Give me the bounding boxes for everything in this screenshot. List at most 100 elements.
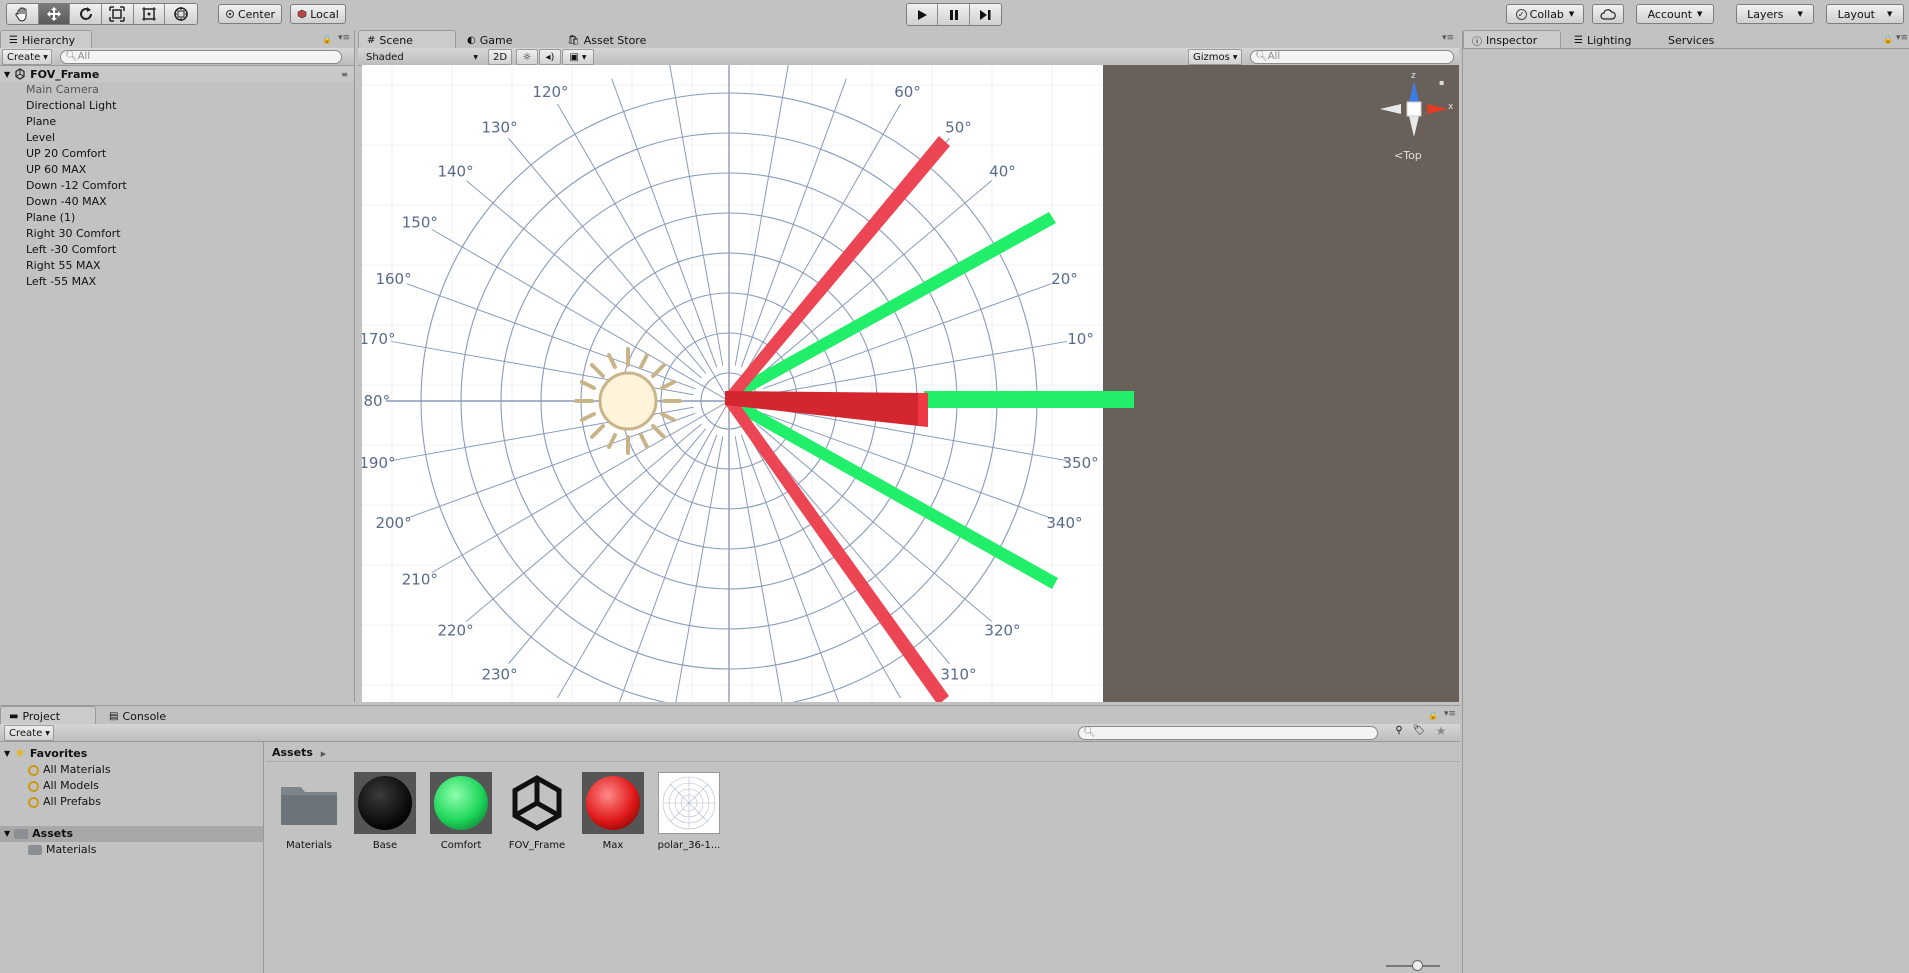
move-tool-button[interactable]: [38, 4, 71, 24]
lighting-icon: ☰: [1574, 34, 1583, 46]
favorite-star-button[interactable]: ★: [1432, 724, 1450, 740]
asset-item-fov-frame[interactable]: FOV_Frame: [504, 772, 570, 851]
hand-tool-button[interactable]: [7, 4, 39, 24]
panel-menu-icon[interactable]: ▾≡: [1896, 33, 1908, 43]
expand-arrow-icon[interactable]: ▼: [4, 746, 10, 762]
scene-menu-icon[interactable]: ≡: [341, 70, 348, 79]
favorites-row[interactable]: ▼ ★ Favorites: [0, 746, 87, 762]
scene-audio-toggle[interactable]: ◂): [539, 49, 561, 65]
project-create-button[interactable]: Create ▼: [4, 725, 54, 741]
gizmo-x-label: x: [1448, 102, 1454, 112]
filter-by-type-button[interactable]: ⚲: [1390, 725, 1408, 741]
lock-icon[interactable]: 🔒: [322, 35, 332, 44]
scene-root-row[interactable]: ▼ FOV_Frame ≡: [0, 66, 354, 82]
tab-lighting[interactable]: ☰ Lighting: [1565, 30, 1651, 49]
scene-lighting-toggle[interactable]: ☼: [516, 49, 538, 65]
pivot-label: Center: [237, 7, 276, 21]
cloud-button[interactable]: [1592, 4, 1624, 24]
gizmos-dropdown[interactable]: Gizmos ▼: [1188, 49, 1242, 65]
right-55-max-ray[interactable]: [725, 136, 950, 401]
zoom-slider[interactable]: [1386, 960, 1440, 971]
scene-effects-dropdown[interactable]: ▣ ▼: [562, 49, 594, 65]
gizmo-lock-icon[interactable]: ▪: [1439, 78, 1444, 87]
hierarchy-item-plane[interactable]: Plane: [26, 114, 56, 130]
image-icon: ▣: [569, 51, 579, 63]
hierarchy-item-up-60-max[interactable]: UP 60 MAX: [26, 162, 86, 178]
slider-thumb[interactable]: [1412, 960, 1423, 971]
scene-viewport[interactable]: 60°50°40°20°10°0°350°340°320°310°120°130…: [362, 65, 1459, 702]
unity-scene-icon: [506, 772, 568, 834]
hierarchy-item-down-40-max[interactable]: Down -40 MAX: [26, 194, 107, 210]
panel-menu-icon[interactable]: ▾≡: [1442, 33, 1454, 43]
hierarchy-item-right-30-comfort[interactable]: Right 30 Comfort: [26, 226, 121, 242]
left-55-max-ray[interactable]: [725, 398, 949, 702]
panel-menu-icon[interactable]: ▾≡: [1444, 709, 1456, 719]
tab-project[interactable]: ▬ Project: [0, 706, 96, 725]
asset-browser: Assets ▶ Materials Base Comfort FOV_Fram…: [266, 742, 1460, 973]
hierarchy-item-left-55-max[interactable]: Left -55 MAX: [26, 274, 96, 290]
pivot-center-button[interactable]: Center: [218, 4, 282, 24]
inspector-panel: ⓘ Inspector ☰ Lighting Services 🔒 ▾≡: [1462, 30, 1909, 973]
tab-services[interactable]: Services: [1659, 30, 1739, 49]
directional-light-icon[interactable]: [574, 347, 682, 455]
toggle-2d-button[interactable]: 2D: [488, 49, 512, 65]
rect-tool-button[interactable]: [133, 4, 166, 24]
transform-tool-button[interactable]: [165, 4, 197, 24]
panel-menu-icon[interactable]: ▾≡: [338, 33, 350, 43]
hierarchy-item-directional-light[interactable]: Directional Light: [26, 98, 116, 114]
hierarchy-item-up-20-comfort[interactable]: UP 20 Comfort: [26, 146, 106, 162]
hierarchy-item-plane-1[interactable]: Plane (1): [26, 210, 75, 226]
hierarchy-item-left-30-comfort[interactable]: Left -30 Comfort: [26, 242, 116, 258]
asset-item-max[interactable]: Max: [580, 772, 646, 851]
tab-game[interactable]: ◐ Game: [458, 30, 558, 49]
assets-root-row[interactable]: ▼ Assets: [0, 826, 263, 842]
layers-button[interactable]: Layers ▼: [1736, 4, 1814, 24]
collab-button[interactable]: ✓ Collab ▼: [1506, 4, 1584, 24]
tab-scene[interactable]: # Scene: [358, 30, 456, 49]
hierarchy-item-right-55-max[interactable]: Right 55 MAX: [26, 258, 101, 274]
pause-button[interactable]: [938, 4, 970, 25]
account-button[interactable]: Account ▼: [1636, 4, 1714, 24]
favorite-label: All Models: [43, 779, 99, 792]
tab-asset-store[interactable]: 🛍︎ Asset Store: [558, 30, 670, 49]
scene-search-input[interactable]: 🔍︎All: [1250, 50, 1454, 64]
favorite-all-materials[interactable]: All Materials: [28, 762, 111, 778]
right-30-comfort-ray[interactable]: [728, 212, 1056, 401]
orientation-gizmo[interactable]: z x ▪ <Top: [1374, 71, 1454, 165]
hierarchy-item-main-camera[interactable]: Main Camera: [26, 82, 99, 98]
lock-icon[interactable]: 🔒: [1883, 35, 1893, 44]
asset-item-materials[interactable]: Materials: [276, 772, 342, 851]
project-search-input[interactable]: 🔍︎: [1078, 726, 1378, 740]
favorite-all-prefabs[interactable]: All Prefabs: [28, 794, 101, 810]
asset-item-comfort[interactable]: Comfort: [428, 772, 494, 851]
asset-item-polar-texture[interactable]: polar_36-1...: [656, 772, 722, 851]
filter-by-label-button[interactable]: 🏷︎: [1410, 725, 1428, 741]
layers-label: Layers: [1747, 7, 1784, 21]
pivot-local-button[interactable]: Local: [290, 4, 346, 24]
tab-inspector-label: Inspector: [1486, 33, 1538, 47]
lock-icon[interactable]: 🔒: [1428, 711, 1438, 720]
scale-tool-button[interactable]: [102, 4, 134, 24]
hierarchy-tab[interactable]: ☰ Hierarchy: [0, 30, 92, 49]
asset-breadcrumb[interactable]: Assets ▶: [272, 746, 326, 759]
hierarchy-item-level[interactable]: Level: [26, 130, 55, 146]
hierarchy-search-input[interactable]: 🔍︎All: [60, 50, 342, 64]
favorites-label: Favorites: [29, 747, 88, 760]
shading-mode-dropdown[interactable]: Shaded ▼: [362, 49, 482, 65]
left-30-comfort-ray[interactable]: [728, 397, 1058, 589]
layout-button[interactable]: Layout ▼: [1826, 4, 1904, 24]
expand-arrow-icon[interactable]: ▼: [4, 826, 10, 842]
favorite-all-models[interactable]: All Models: [28, 778, 99, 794]
tab-inspector[interactable]: ⓘ Inspector: [1463, 30, 1561, 49]
rotate-tool-button[interactable]: [70, 4, 103, 24]
play-button[interactable]: [907, 4, 939, 25]
assets-materials-folder[interactable]: Materials: [28, 842, 96, 858]
gizmo-view-label-row[interactable]: <Top: [1394, 149, 1422, 162]
center-comfort-ray[interactable]: [924, 391, 1134, 408]
asset-item-base[interactable]: Base: [352, 772, 418, 851]
tab-console[interactable]: ▤ Console: [100, 706, 180, 725]
expand-arrow-icon[interactable]: ▼: [4, 70, 10, 79]
step-button[interactable]: [969, 4, 1001, 25]
hierarchy-create-button[interactable]: Create ▼: [2, 49, 52, 65]
hierarchy-item-down-12-comfort[interactable]: Down -12 Comfort: [26, 178, 127, 194]
